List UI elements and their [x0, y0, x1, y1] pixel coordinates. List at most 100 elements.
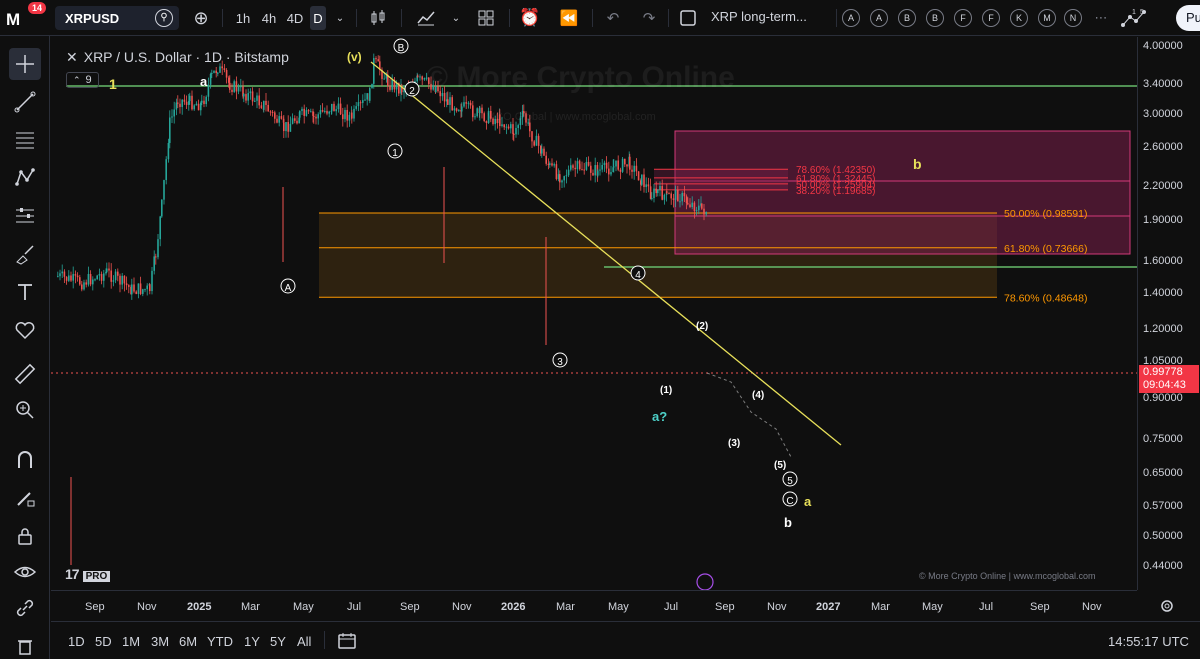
- candle-body: [142, 289, 144, 294]
- indicators-icon[interactable]: [413, 6, 439, 30]
- alert-icon[interactable]: ⏰: [518, 6, 542, 30]
- layout-name[interactable]: XRP long-term...: [711, 9, 807, 24]
- candle-body: [661, 186, 663, 200]
- price-axis[interactable]: 4.00000 3.40000 3.00000 2.60000 2.20000 …: [1137, 37, 1200, 590]
- forecasting-icon[interactable]: [9, 200, 41, 232]
- indicator-chip-f1[interactable]: F: [954, 9, 972, 27]
- chevron-down-icon[interactable]: ⌄: [449, 6, 463, 30]
- search-icon[interactable]: ⚲: [155, 9, 173, 27]
- trash-icon[interactable]: [9, 630, 41, 659]
- templates-icon[interactable]: [474, 6, 498, 30]
- candle-body: [313, 115, 315, 117]
- candle-body: [701, 203, 703, 209]
- candle-body: [641, 174, 643, 185]
- interval-d[interactable]: D: [310, 6, 326, 30]
- indicator-chip-a1[interactable]: A: [842, 9, 860, 27]
- range-1y[interactable]: 1Y: [244, 634, 260, 649]
- range-5y[interactable]: 5Y: [270, 634, 286, 649]
- app-logo[interactable]: M 14: [6, 2, 47, 32]
- candle-body: [299, 111, 301, 118]
- candle-body: [179, 103, 181, 107]
- indicator-chip-a2[interactable]: A: [870, 9, 888, 27]
- publish-button[interactable]: Pu: [1176, 5, 1200, 31]
- range-6m[interactable]: 6M: [179, 634, 197, 649]
- undo-icon[interactable]: ↶: [603, 6, 623, 30]
- range-5d[interactable]: 5D: [95, 634, 112, 649]
- candle-body: [366, 93, 368, 100]
- zoom-in-icon[interactable]: [9, 394, 41, 426]
- candle-body: [567, 169, 570, 176]
- candle-body: [576, 161, 579, 170]
- text-icon[interactable]: [9, 276, 41, 308]
- candle-body: [98, 274, 101, 276]
- candle-body: [231, 89, 233, 92]
- indicator-chip-m[interactable]: M: [1038, 9, 1056, 27]
- wave-b-zone-box: [674, 130, 1131, 255]
- candle-body: [615, 160, 617, 167]
- eye-icon[interactable]: [9, 556, 41, 588]
- chart-pane[interactable]: 78.60% (1.42350) 61.80% (1.32445) 50.00% (…: [51, 37, 1137, 590]
- heart-icon[interactable]: [9, 314, 41, 346]
- chart-legend-title[interactable]: ✕ XRP / U.S. Dollar · 1D · Bitstamp: [66, 49, 289, 66]
- candle-body: [219, 66, 221, 73]
- interval-4h[interactable]: 4h: [258, 6, 280, 30]
- candle-body: [185, 101, 188, 105]
- utc-clock[interactable]: 14:55:17 UTC: [1108, 634, 1189, 649]
- price-tick: 1.20000: [1143, 323, 1183, 335]
- crosshair-icon[interactable]: [9, 48, 41, 80]
- range-all[interactable]: All: [297, 634, 311, 649]
- candle-body: [668, 193, 670, 195]
- more-icon[interactable]: ⋯: [1092, 6, 1110, 30]
- lightning-icon: [696, 573, 714, 590]
- close-icon[interactable]: ✕: [66, 49, 78, 65]
- time-tick: Nov: [452, 601, 472, 613]
- indicator-chip-b2[interactable]: B: [926, 9, 944, 27]
- indicator-chip-b1[interactable]: B: [898, 9, 916, 27]
- date-range-icon[interactable]: [337, 631, 357, 654]
- candles-icon[interactable]: [366, 6, 390, 30]
- ruler-icon[interactable]: [9, 358, 41, 390]
- candle-body: [594, 165, 596, 176]
- indicator-chip-n[interactable]: N: [1064, 9, 1082, 27]
- symbol-search[interactable]: XRPUSD ⚲: [55, 6, 179, 30]
- range-ytd[interactable]: YTD: [207, 634, 233, 649]
- time-tick: Sep: [400, 601, 420, 613]
- link-icon[interactable]: [9, 592, 41, 624]
- pattern-icon[interactable]: [9, 162, 41, 194]
- candle-body: [333, 103, 335, 112]
- candle-body: [240, 86, 242, 88]
- candle-body: [125, 283, 128, 286]
- interval-1h[interactable]: 1h: [232, 6, 254, 30]
- pencil-lock-icon[interactable]: [9, 482, 41, 514]
- time-axis[interactable]: Sep Nov 2025 Mar May Jul Sep Nov 2026 Ma…: [51, 590, 1137, 620]
- lock-icon[interactable]: [9, 520, 41, 552]
- compare-add-icon[interactable]: ⊕: [190, 6, 212, 30]
- candle-body: [159, 216, 161, 240]
- range-3m[interactable]: 3M: [151, 634, 169, 649]
- candle-body: [151, 270, 153, 292]
- indicator-chip-k[interactable]: K: [1010, 9, 1028, 27]
- candle-body: [74, 274, 77, 276]
- replay-icon[interactable]: ⏪: [557, 6, 581, 30]
- candle-body: [677, 189, 679, 202]
- indicator-chip-f2[interactable]: F: [982, 9, 1000, 27]
- network-widget-icon[interactable]: 15: [1118, 6, 1152, 30]
- layout-square-icon[interactable]: [677, 6, 699, 30]
- trend-line-icon[interactable]: [9, 86, 41, 118]
- tradingview-logo[interactable]: 17 PRO: [65, 566, 111, 582]
- interval-4d[interactable]: 4D: [284, 6, 306, 30]
- indicator-toggle[interactable]: ⌃ 9: [66, 72, 99, 88]
- fib-retracement-icon[interactable]: [9, 124, 41, 156]
- range-1m[interactable]: 1M: [122, 634, 140, 649]
- magnet-icon[interactable]: [9, 444, 41, 476]
- candle-body: [362, 100, 364, 103]
- redo-icon[interactable]: ↷: [639, 6, 659, 30]
- candle-body: [549, 163, 551, 165]
- brush-icon[interactable]: [9, 238, 41, 270]
- candle-body: [655, 188, 657, 194]
- candle-body: [633, 165, 635, 172]
- gear-icon[interactable]: [1159, 598, 1175, 614]
- candle-body: [369, 88, 371, 101]
- range-1d[interactable]: 1D: [68, 634, 85, 649]
- chevron-down-icon[interactable]: ⌄: [333, 6, 347, 30]
